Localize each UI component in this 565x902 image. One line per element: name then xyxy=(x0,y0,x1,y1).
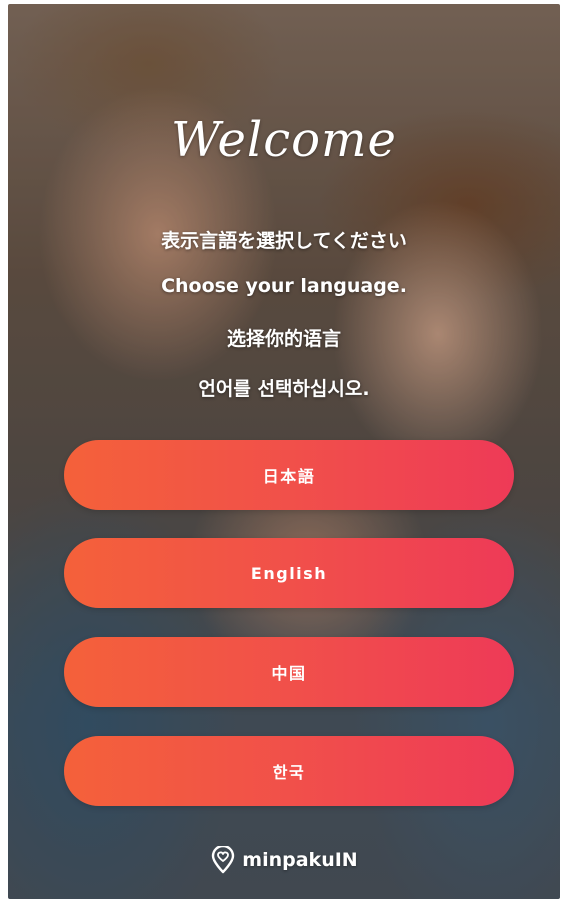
language-button-label: 中国 xyxy=(271,664,307,683)
prompt-english: Choose your language. xyxy=(161,275,407,297)
language-button-label: English xyxy=(250,563,328,583)
brand-name: minpakuIN xyxy=(242,849,358,871)
prompt-japanese: 表示言語を選択してください xyxy=(161,230,407,252)
language-button-english[interactable]: English xyxy=(64,538,514,608)
language-button-japanese[interactable]: 日本語 xyxy=(64,440,514,510)
language-button-korean[interactable]: 한국 xyxy=(64,736,514,806)
prompt-chinese: 选择你的语言 xyxy=(226,328,341,350)
language-button-label: 한국 xyxy=(272,763,306,782)
brand-logo: minpakuIN xyxy=(8,846,560,874)
prompt-korean: 언어를 선택하십시오. xyxy=(198,378,370,400)
language-button-chinese[interactable]: 中国 xyxy=(64,637,514,707)
welcome-title: Welcome xyxy=(171,112,397,168)
content: Welcome 表示言語を選択してください Choose your langua… xyxy=(8,4,560,899)
language-button-label: 日本語 xyxy=(262,467,316,486)
language-select-screen: Welcome 表示言語を選択してください Choose your langua… xyxy=(8,4,560,899)
map-pin-heart-icon xyxy=(212,846,235,874)
